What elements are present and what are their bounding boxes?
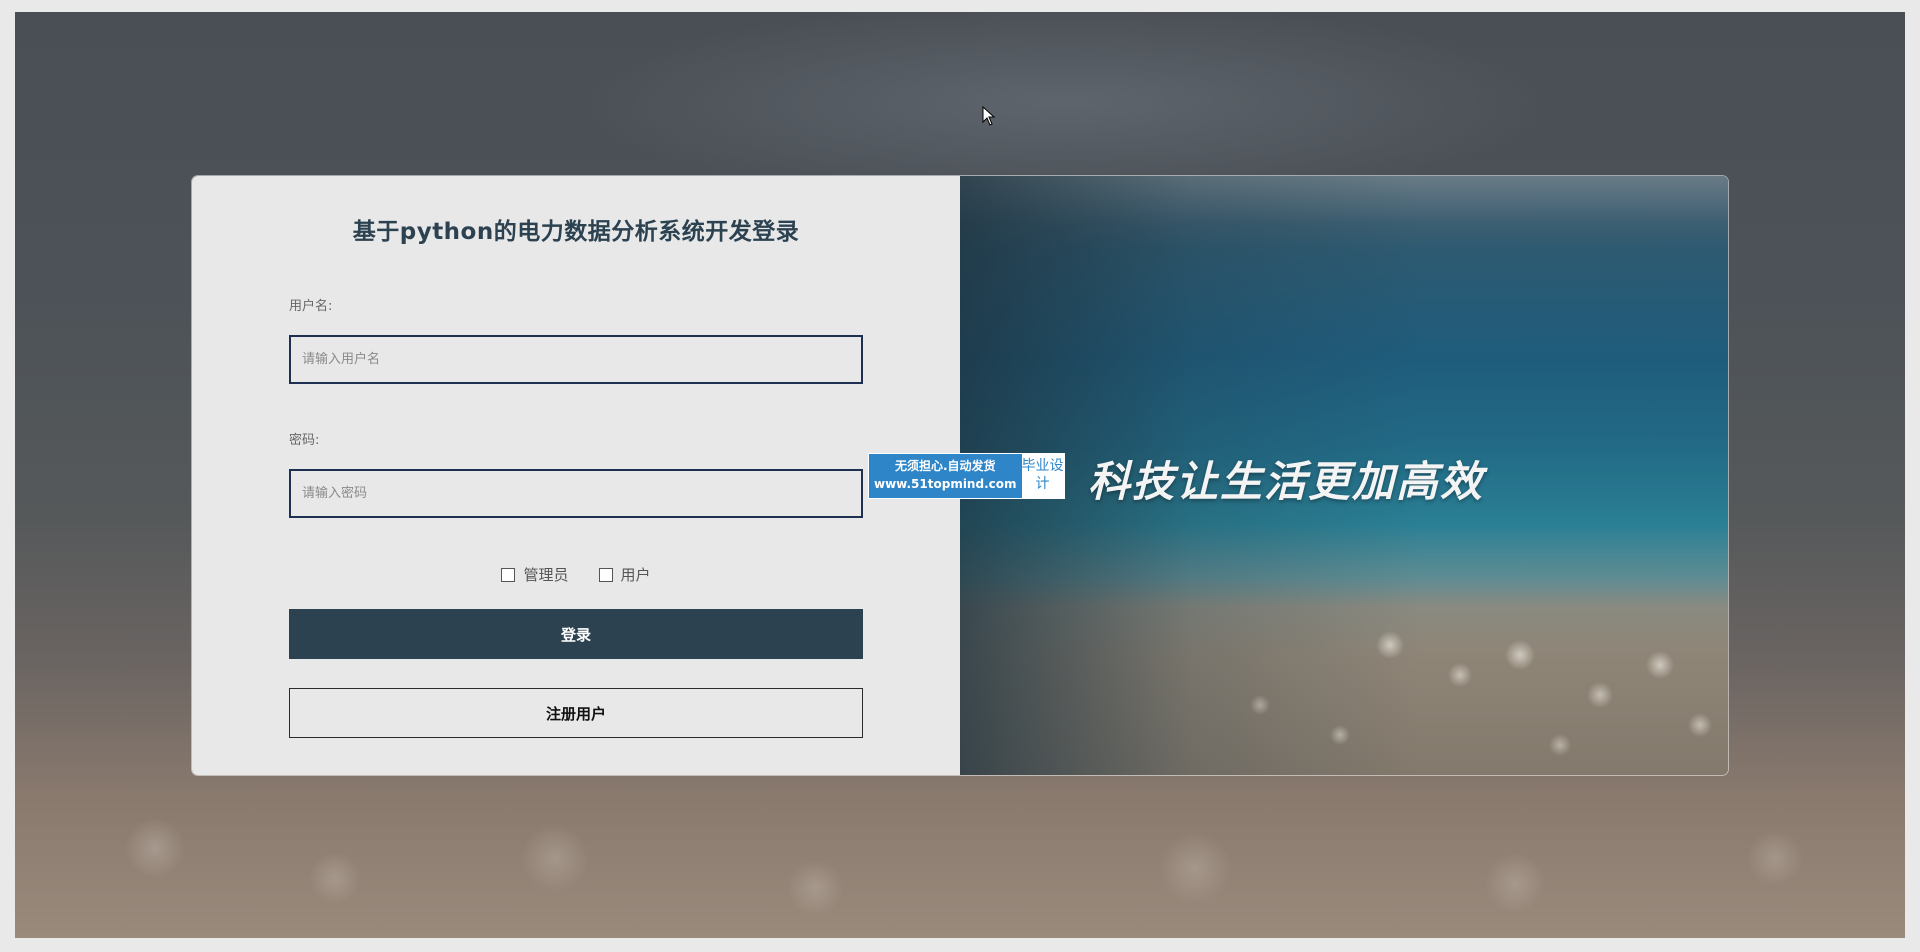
register-button[interactable]: 注册用户 (289, 688, 863, 738)
password-label: 密码: (289, 433, 320, 448)
beach-image (960, 605, 1728, 775)
watermark-line2: www.51topmind.com (874, 477, 1017, 491)
role-option-user[interactable]: 用户 (598, 564, 651, 585)
mouse-cursor-icon (982, 106, 996, 126)
watermark-line1: 无须担心.自动发货 (894, 459, 996, 473)
user-role-label: 用户 (620, 566, 651, 584)
login-form-panel: 基于python的电力数据分析系统开发登录 用户名: 密码: 管理员 用户 登录… (192, 176, 960, 775)
user-checkbox[interactable] (598, 567, 613, 582)
admin-checkbox[interactable] (501, 567, 516, 582)
banner-image-panel: 科技让生活更加高效 (960, 176, 1728, 775)
username-input[interactable] (289, 335, 863, 384)
banner-slogan: 科技让生活更加高效 (1088, 457, 1485, 506)
password-input[interactable] (289, 469, 863, 518)
role-option-admin[interactable]: 管理员 (501, 564, 569, 585)
page-title: 基于python的电力数据分析系统开发登录 (352, 219, 800, 245)
role-selector: 管理员 用户 (192, 564, 960, 585)
watermark-main: 无须担心.自动发货 www.51topmind.com (869, 454, 1022, 498)
login-button[interactable]: 登录 (289, 609, 863, 659)
username-label: 用户名: (289, 299, 333, 314)
admin-role-label: 管理员 (523, 566, 569, 584)
watermark-badge: 无须担心.自动发货 www.51topmind.com 毕业设计 (868, 453, 1065, 499)
watermark-side-text: 毕业设计 (1021, 454, 1064, 498)
